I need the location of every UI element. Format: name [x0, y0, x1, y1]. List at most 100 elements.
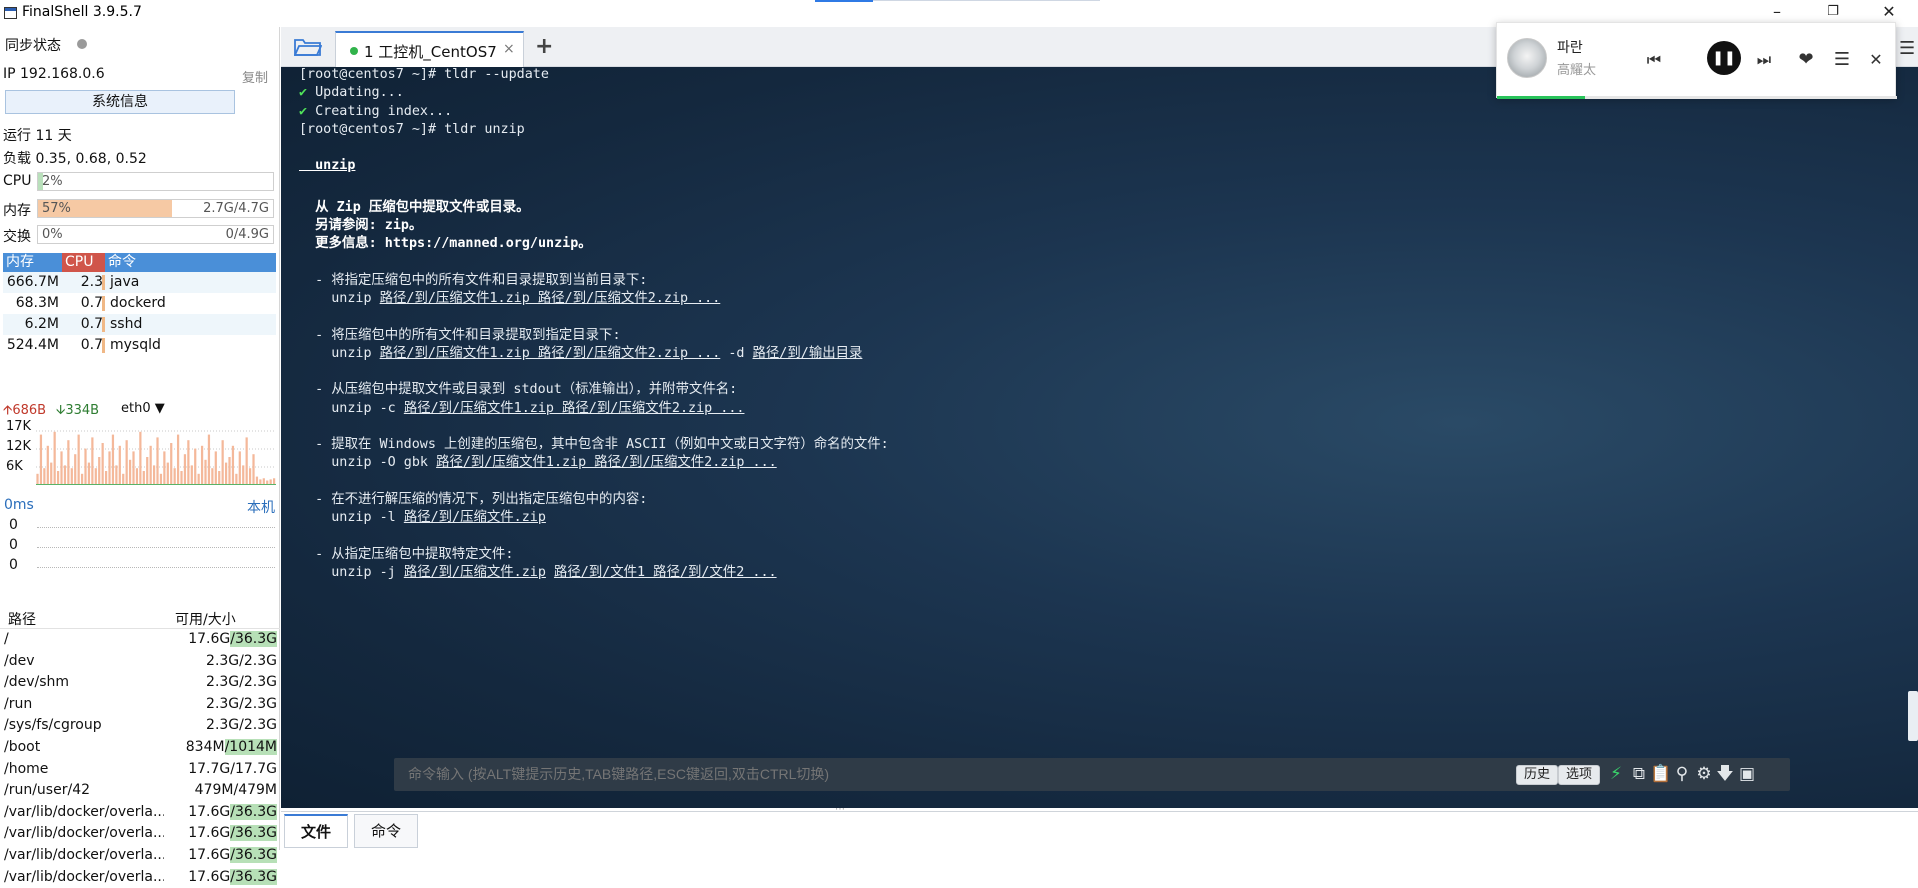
traffic-bar — [104, 471, 108, 485]
terminal-text: unzip — [299, 158, 356, 174]
table-row[interactable]: /home 17.7G/17.7G — [0, 759, 280, 781]
table-row[interactable]: /run/user/42 479M/479M — [0, 780, 280, 802]
traffic-bar — [194, 448, 197, 485]
terminal-line: unzip -c 路径/到/压缩文件1.zip 路径/到/压缩文件2.zip .… — [299, 396, 744, 416]
table-row[interactable]: / 17.6G/36.3G — [0, 629, 280, 651]
terminal-line: 从 Zip 压缩包中提取文件或目录。 — [299, 195, 529, 215]
process-memory: 666.7M — [6, 274, 59, 290]
terminal-line: - 提取在 Windows 上创建的压缩包，其中包含非 ASCII（例如中文或日… — [299, 432, 889, 452]
next-track-icon[interactable]: ⏭ — [1749, 45, 1779, 75]
tab-files[interactable]: 文件 — [284, 814, 349, 848]
col-header-path[interactable]: 路径 — [8, 609, 36, 629]
sync-status-dot — [77, 39, 87, 49]
traffic-bar — [180, 471, 183, 485]
swap-value: 0/4.9G — [225, 227, 269, 242]
terminal-text: 路径/到/压缩文件.zip — [403, 564, 546, 580]
disk-total: 2.3G — [243, 695, 277, 712]
command-input[interactable] — [408, 766, 1288, 782]
download-value: 334B — [65, 403, 100, 418]
col-header-cpu[interactable]: CPU — [62, 253, 105, 272]
network-interface-select[interactable]: eth0 ▼ — [121, 401, 165, 416]
heart-icon[interactable]: ❤ — [1791, 45, 1821, 75]
traffic-bar — [77, 434, 80, 485]
album-art[interactable] — [1507, 38, 1547, 78]
table-row[interactable]: /sys/fs/cgroup 2.3G/2.3G — [0, 715, 280, 737]
table-row[interactable]: /var/lib/docker/overla... 17.6G/36.3G — [0, 823, 280, 845]
process-cpu-bar — [102, 317, 105, 332]
tab-commands[interactable]: 命令 — [354, 814, 419, 848]
copy-icon[interactable]: ⧉ — [1628, 763, 1650, 785]
table-row[interactable]: 666.7M 2.3 java — [3, 272, 276, 293]
previous-track-icon[interactable]: ⏮ — [1639, 45, 1669, 75]
col-header-memory[interactable]: 内存 — [3, 253, 62, 272]
song-artist: 高耀太 — [1557, 63, 1597, 78]
playback-progress[interactable] — [1497, 96, 1897, 99]
window-icon[interactable]: ▣ — [1736, 763, 1758, 785]
traffic-bar — [125, 440, 128, 485]
pause-icon[interactable]: ❚❚ — [1707, 41, 1741, 75]
sync-status-label: 同步状态 — [5, 38, 61, 54]
table-row[interactable]: /dev/shm 2.3G/2.3G — [0, 672, 280, 694]
net-y-label: 12K — [6, 439, 32, 454]
terminal-scrollbar[interactable] — [1908, 691, 1918, 741]
table-row[interactable]: /boot 834M/1014M — [0, 737, 280, 759]
copy-ip-button[interactable]: 复制 — [242, 67, 268, 86]
table-row[interactable]: 6.2M 0.7 sshd — [3, 314, 276, 335]
chevron-down-icon: ▼ — [154, 401, 165, 416]
traffic-bar — [67, 440, 70, 485]
paste-icon[interactable]: 📋 — [1650, 763, 1672, 785]
traffic-bar — [46, 445, 49, 485]
disk-available: 2.3G — [206, 695, 240, 712]
folder-icon[interactable] — [294, 37, 322, 57]
lightning-icon[interactable]: ⚡ — [1605, 763, 1627, 785]
table-row[interactable]: /var/lib/docker/overla... 17.6G/36.3G — [0, 802, 280, 824]
traffic-bar — [224, 462, 228, 485]
process-command: sshd — [110, 316, 143, 332]
terminal[interactable]: [root@centos7 ~]# tldr --update ✔ Updatin… — [281, 67, 1918, 808]
close-icon[interactable]: × — [503, 41, 515, 57]
tab-session-centos7[interactable]: 1 工控机_CentOS7 × — [335, 31, 524, 67]
traffic-bar — [50, 462, 53, 485]
terminal-line: 另请参阅: zip。 — [299, 213, 422, 233]
history-button[interactable]: 历史 — [1516, 765, 1559, 785]
ping-target[interactable]: 本机 — [247, 497, 275, 517]
table-row[interactable]: /run 2.3G/2.3G — [0, 694, 280, 716]
close-icon[interactable]: ✕ — [1861, 45, 1891, 75]
disk-size: 17.6G/36.3G — [188, 629, 277, 650]
traffic-bar — [255, 476, 259, 485]
download-icon[interactable]: 🡇 — [1714, 763, 1736, 785]
playlist-icon[interactable]: ☰ — [1827, 45, 1857, 75]
top-accent-line — [873, 0, 1100, 1]
table-row[interactable]: /dev 2.3G/2.3G — [0, 651, 280, 673]
traffic-bar — [60, 451, 63, 485]
table-row[interactable]: /var/lib/docker/overla... 17.6G/36.3G — [0, 867, 280, 888]
disk-size: 2.3G/2.3G — [206, 672, 277, 693]
traffic-bar — [248, 468, 252, 485]
traffic-bar — [262, 478, 265, 485]
table-row[interactable]: 524.4M 0.7 mysqld — [3, 335, 276, 356]
terminal-line: unzip -j 路径/到/压缩文件.zip 路径/到/文件1 路径/到/文件2… — [299, 560, 776, 580]
traffic-bar — [156, 437, 159, 485]
options-button[interactable]: 选项 — [1558, 765, 1601, 785]
traffic-bar — [152, 465, 156, 485]
ping-latency: 0ms — [4, 497, 34, 513]
menu-icon[interactable]: ☰ — [1899, 38, 1916, 64]
system-info-button[interactable]: 系统信息 — [5, 90, 235, 114]
table-row[interactable]: 68.3M 0.7 dockerd — [3, 293, 276, 314]
disk-total: 1014M — [229, 738, 277, 755]
add-tab-button[interactable]: + — [535, 34, 553, 59]
col-header-size[interactable]: 可用/大小 — [175, 609, 236, 629]
process-cpu-bar — [102, 296, 105, 311]
traffic-bar — [252, 454, 255, 485]
search-icon[interactable]: ⚲ — [1671, 763, 1693, 785]
col-header-command[interactable]: 命令 — [105, 253, 276, 272]
terminal-text: Creating index... — [307, 103, 453, 119]
gear-icon[interactable]: ⚙ — [1693, 763, 1715, 785]
disk-path: /sys/fs/cgroup — [4, 717, 102, 734]
table-row[interactable]: /var/lib/docker/overla... 17.6G/36.3G — [0, 845, 280, 867]
terminal-text: 路径/到/压缩文件.zip — [403, 510, 546, 525]
disk-path: /boot — [4, 738, 41, 755]
terminal-text: unzip -O gbk — [299, 455, 437, 471]
disk-size: 2.3G/2.3G — [206, 651, 277, 672]
traffic-bar — [87, 462, 91, 485]
